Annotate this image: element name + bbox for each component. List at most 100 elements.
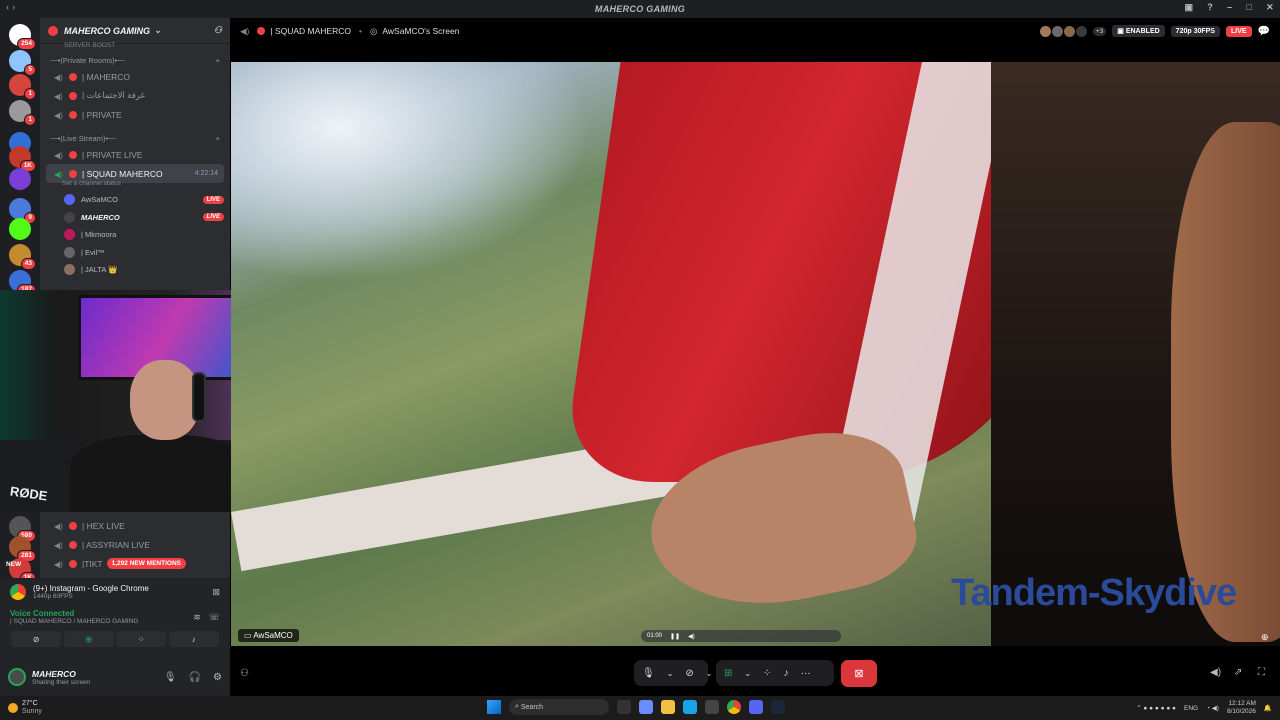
stream-video[interactable]: Tandem-Skydive ⊕ 01:00 ❚❚ ◀) <box>231 62 1280 646</box>
channel-private-live[interactable]: ◀) | PRIVATE LIVE <box>40 145 230 164</box>
soundboard-icon[interactable]: ♪ <box>783 668 788 679</box>
channel-name[interactable]: | SQUAD MAHERCO <box>270 26 351 36</box>
notification-bell-icon[interactable]: 🔔 <box>1264 704 1272 712</box>
video-scrubber[interactable]: 01:00 ❚❚ ◀) <box>641 630 841 642</box>
voice-member[interactable]: MAHERCO LIVE <box>40 209 230 227</box>
member-name: MAHERCO <box>81 212 120 222</box>
popout-icon[interactable]: ⇗ <box>1234 667 1242 678</box>
channel-label: | SQUAD MAHERCO <box>82 168 163 179</box>
temperature: 27°C <box>22 700 38 707</box>
server-icon[interactable]: 281 <box>9 536 36 562</box>
screenshare-button[interactable]: ⊞ <box>63 631 114 647</box>
activities-button[interactable]: ⁘ <box>116 631 167 647</box>
viewer-avatars[interactable] <box>1039 25 1087 37</box>
help-icon[interactable]: ? <box>1207 2 1213 13</box>
new-mentions-badge[interactable]: 1,292 NEW MENTIONS <box>106 558 186 569</box>
server-icon[interactable]: 1 <box>9 100 36 126</box>
clock[interactable]: 12:12 AM 8/10/2026 <box>1227 700 1256 716</box>
server-icon[interactable]: 187 <box>9 270 36 296</box>
channel-status-hint[interactable]: Set a channel status <box>40 180 230 191</box>
guild-header[interactable]: MAHERCO GAMING ⌄ ⚇ <box>40 18 230 44</box>
fullscreen-popout-icon[interactable]: ⊕ <box>1261 632 1269 643</box>
voice-channel[interactable]: ◀) |TIKT 1,292 NEW MENTIONS <box>40 554 230 573</box>
screenshare-icon[interactable]: ⊞ <box>724 668 732 679</box>
windows-start-icon[interactable] <box>487 700 501 714</box>
channel-dot <box>69 110 77 119</box>
add-channel-icon[interactable]: + <box>216 56 220 65</box>
camera-icon: ▣ <box>1117 28 1126 35</box>
chevron-down-icon[interactable]: ⌄ <box>667 669 674 678</box>
shared-window-title: (9+) Instagram - Google Chrome <box>33 584 149 593</box>
voice-member[interactable]: | Mkmoora <box>40 226 230 244</box>
settings-gear-icon[interactable]: ⚙ <box>213 672 222 683</box>
category-private-rooms[interactable]: -─•(Private Rooms)•─- + <box>40 50 230 67</box>
headphones-icon[interactable]: 🎧 <box>189 672 201 683</box>
file-explorer-icon[interactable] <box>661 700 675 714</box>
chrome-icon[interactable] <box>727 700 741 714</box>
network-volume-icon[interactable]: ◔ ◀) <box>1206 704 1219 712</box>
server-icon[interactable]: 1K <box>9 146 36 172</box>
server-icon[interactable]: 254 <box>9 24 36 50</box>
activities-icon[interactable]: ⁘ <box>763 668 771 679</box>
server-icon[interactable] <box>9 218 31 240</box>
language-indicator[interactable]: ENG <box>1184 705 1198 712</box>
volume-icon[interactable]: ◀) <box>688 633 695 640</box>
stop-share-icon[interactable]: ⊠ <box>212 587 220 598</box>
server-icon[interactable]: 5 <box>9 50 36 76</box>
copilot-icon[interactable] <box>639 700 653 714</box>
viewer-avatar <box>1051 25 1063 37</box>
chat-icon[interactable]: 💬 <box>1258 26 1270 37</box>
maximize-button[interactable]: □ <box>1246 2 1252 13</box>
avatar[interactable] <box>8 668 26 686</box>
voice-channel[interactable]: ◀) | HEX LIVE <box>40 516 230 535</box>
tray-icons[interactable]: ⌃ ● ● ● ● ● ● <box>1136 704 1176 712</box>
close-button[interactable]: ✕ <box>1266 2 1274 13</box>
channel-private[interactable]: ◀) | PRIVATE <box>40 105 230 124</box>
add-channel-icon[interactable]: + <box>216 134 220 143</box>
voice-status[interactable]: Voice Connected <box>10 609 138 618</box>
voice-member[interactable]: | JALTA 👑 <box>40 261 230 279</box>
enabled-pill[interactable]: ▣ ENABLED <box>1112 25 1165 37</box>
soundboard-button[interactable]: ♪ <box>168 631 219 647</box>
shared-window[interactable]: (9+) Instagram - Google Chrome 1440p 60F… <box>0 579 230 605</box>
minimize-button[interactable]: – <box>1227 2 1232 13</box>
chevron-down-icon[interactable]: ⌄ <box>706 669 713 678</box>
lower-channels: ◀) | HEX LIVE ◀) | ASSYRIAN LIVE ◀) |TIKT 1,29… <box>40 516 230 573</box>
camera-off-icon[interactable]: ⊘ <box>685 668 693 679</box>
add-member-icon[interactable]: ⚇ <box>214 25 222 36</box>
task-view-icon[interactable] <box>617 700 631 714</box>
edge-icon[interactable] <box>683 700 697 714</box>
disconnect-icon[interactable]: ☏ <box>209 612 220 623</box>
weather-widget[interactable]: 27°C Sunny <box>8 700 42 716</box>
microphone-icon[interactable]: 🎙 <box>642 668 655 679</box>
server-icon[interactable]: 9 <box>9 198 36 224</box>
more-icon[interactable]: ··· <box>800 668 810 679</box>
leave-call-button[interactable]: ⊠ <box>841 660 877 687</box>
extra-viewers-count: +3 <box>1092 26 1107 36</box>
noise-suppression-icon[interactable]: ≋ <box>193 612 201 623</box>
server-icon[interactable]: 43 <box>9 244 36 270</box>
channel-maherco[interactable]: ◀) | MAHERCO <box>40 67 230 86</box>
discord-icon[interactable] <box>749 700 763 714</box>
server-icon[interactable] <box>9 168 31 190</box>
fullscreen-icon[interactable]: ⛶ <box>1258 667 1265 678</box>
category-live-stream[interactable]: -─•(Live Stream)•─- + <box>40 128 230 145</box>
channel-meeting-room[interactable]: ◀) | غرفة الاجتماعات <box>40 86 230 105</box>
server-icon[interactable]: 1 <box>9 74 36 100</box>
chevron-down-icon[interactable]: ⌄ <box>744 669 751 678</box>
store-icon[interactable] <box>705 700 719 714</box>
taskbar-search[interactable]: ⌕ Search <box>509 699 609 715</box>
steam-icon[interactable] <box>771 700 785 714</box>
server-icon[interactable]: 580 <box>9 516 36 542</box>
inbox-icon[interactable]: ▣ <box>1184 2 1193 13</box>
voice-member[interactable]: AwSaMCO LIVE <box>40 191 230 209</box>
voice-member[interactable]: | Evil™ <box>40 244 230 262</box>
nav-arrows[interactable]: ‹ › <box>6 2 15 12</box>
voice-channel[interactable]: ◀) | ASSYRIAN LIVE <box>40 535 230 554</box>
server-icon[interactable]: NEW1K <box>6 558 36 584</box>
volume-icon[interactable]: ◀) <box>1210 667 1221 678</box>
invite-icon[interactable]: ⚇ <box>240 668 249 679</box>
camera-off-button[interactable]: ⊘ <box>11 631 62 647</box>
microphone-icon[interactable]: 🎙 <box>164 672 177 683</box>
pause-icon[interactable]: ❚❚ <box>670 633 680 640</box>
